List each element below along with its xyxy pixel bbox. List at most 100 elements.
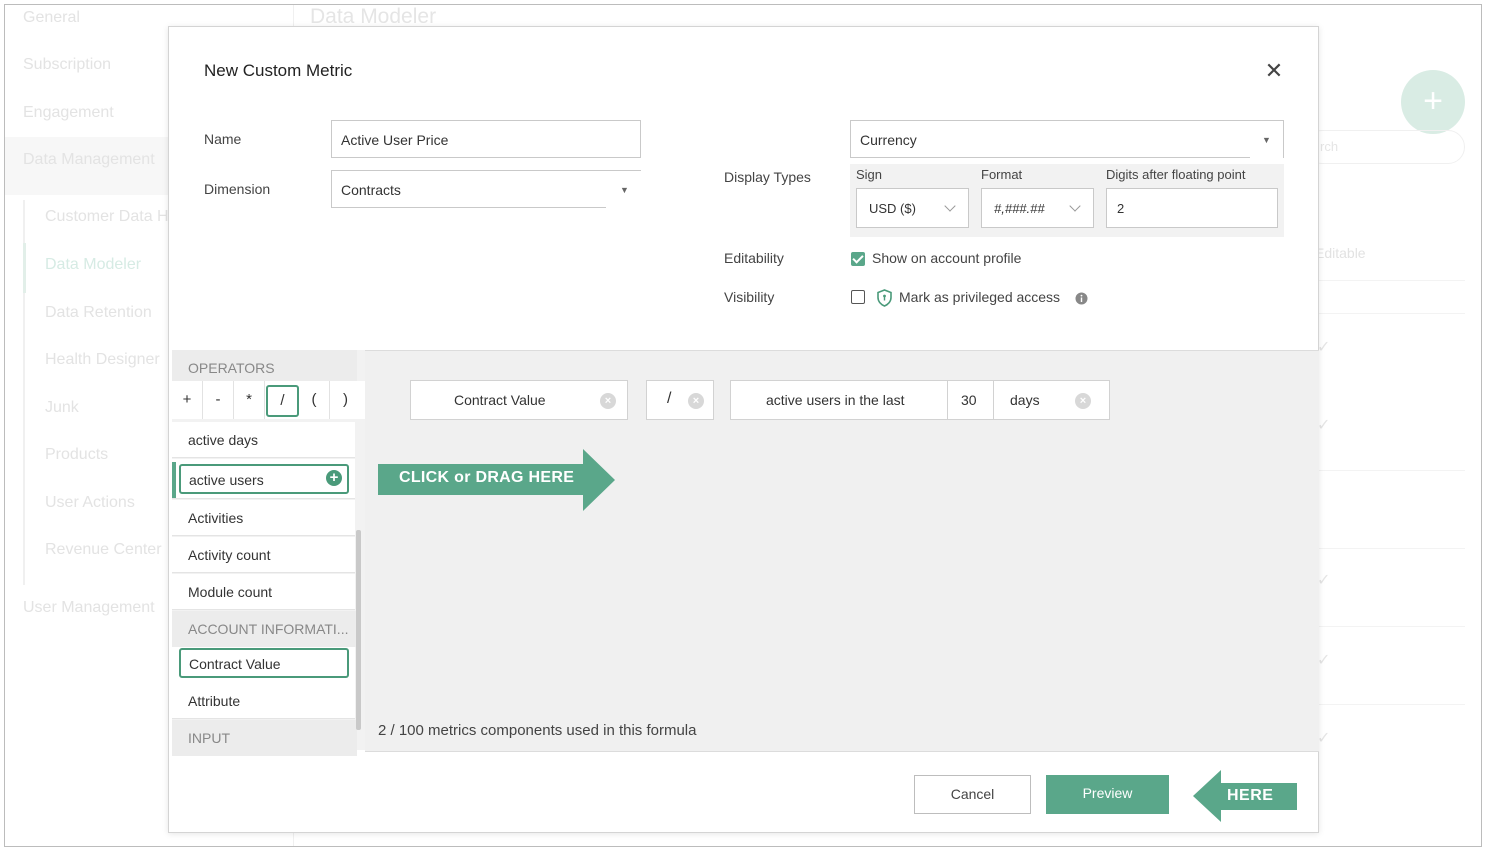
privileged-access-label: Mark as privileged access	[899, 289, 1061, 305]
add-circle-icon[interactable]: +	[326, 470, 342, 486]
digits-label: Digits after floating point	[1106, 167, 1246, 182]
bg-sub-junk: Junk	[45, 399, 79, 416]
dimension-label: Dimension	[204, 181, 271, 197]
bg-nav-general: General	[23, 9, 80, 26]
bg-sub-health-designer: Health Designer	[45, 351, 160, 368]
operator-open-paren[interactable]: (	[299, 381, 330, 419]
chip-label: Contract Value	[454, 392, 546, 408]
here-hint-label: HERE	[1220, 783, 1297, 810]
shield-icon	[877, 289, 892, 307]
format-label: Format	[981, 167, 1023, 182]
drop-hint-label: CLICK or DRAG HERE	[378, 464, 585, 495]
cancel-button[interactable]: Cancel	[914, 775, 1031, 814]
bg-sub-revenue-center: Revenue Center	[45, 541, 162, 558]
remove-icon[interactable]: ×	[688, 393, 704, 409]
palette-scrollbar[interactable]	[356, 530, 361, 730]
display-type-caret-icon: ▼	[1262, 135, 1271, 145]
chip-divider	[993, 381, 994, 419]
palette-item-active-users[interactable]: active users +	[179, 464, 349, 494]
formula-chip-active-users[interactable]: active users in the last 30 days ×	[730, 380, 1110, 420]
bg-table-row-line	[1305, 313, 1465, 314]
bg-table-row-line	[1305, 548, 1465, 549]
bg-check-icon: ✓	[1317, 417, 1331, 434]
bg-sub-products: Products	[45, 446, 109, 463]
bg-add-fab: +	[1401, 70, 1465, 134]
sign-value: USD ($)	[869, 201, 916, 216]
palette-item-module-count[interactable]: Module count	[172, 574, 355, 610]
bg-sub-data-modeler: Data Modeler	[45, 256, 142, 273]
formula-canvas[interactable]: Contract Value × / × active users in the…	[365, 350, 1319, 752]
account-information-header: ACCOUNT INFORMATI...	[172, 611, 357, 647]
bg-check-icon: ✓	[1317, 572, 1331, 589]
usage-counter: 2 / 100 metrics components used in this …	[378, 722, 697, 739]
show-on-profile-checkbox[interactable]	[851, 252, 865, 266]
bg-subnav-active-marker	[23, 243, 26, 293]
operator-plus[interactable]: +	[172, 381, 203, 419]
format-value: #,###.##	[994, 201, 1045, 216]
app-frame: General Subscription Engagement Data Man…	[4, 4, 1482, 847]
visibility-label: Visibility	[724, 289, 775, 305]
privileged-access-checkbox[interactable]	[851, 290, 865, 304]
days-unit-label: days	[1010, 392, 1040, 408]
chip-label: active users in the last	[766, 392, 905, 408]
bg-nav-subscription: Subscription	[23, 56, 112, 73]
operator-minus[interactable]: -	[203, 381, 234, 419]
display-format-panel: Sign Format Digits after floating point …	[850, 164, 1284, 237]
bg-search-input: rch	[1305, 130, 1465, 164]
bg-check-icon: ✓	[1317, 730, 1331, 747]
days-count-input[interactable]: 30	[961, 392, 977, 408]
formula-chip-contract-value[interactable]: Contract Value ×	[410, 380, 628, 420]
bg-column-editable: Editable	[1315, 245, 1366, 261]
preview-button[interactable]: Preview	[1046, 775, 1169, 814]
dimension-value: Contracts	[341, 182, 401, 198]
chip-divider	[947, 381, 948, 419]
bg-sub-customer-data: Customer Data H	[45, 208, 169, 225]
close-icon[interactable]: ✕	[1262, 59, 1286, 83]
bg-table-row-line	[1305, 704, 1465, 705]
sign-label: Sign	[856, 167, 883, 182]
display-types-label: Display Types	[724, 169, 811, 185]
bg-check-icon: ✓	[1317, 339, 1331, 356]
palette-item-activities[interactable]: Activities	[172, 500, 355, 536]
show-on-profile-label: Show on account profile	[872, 250, 1022, 266]
dimension-select-edge	[605, 170, 641, 208]
bg-table-row-line	[1305, 470, 1465, 471]
palette-item-activity-count[interactable]: Activity count	[172, 537, 355, 573]
digits-input[interactable]: 2	[1106, 188, 1278, 228]
palette-item-active-days[interactable]: active days	[172, 422, 355, 458]
bg-sub-data-retention: Data Retention	[45, 304, 152, 321]
chip-label: /	[667, 390, 672, 407]
dimension-select[interactable]: Contracts	[331, 170, 606, 208]
bg-table-row-line	[1305, 626, 1465, 627]
bg-nav-user-management: User Management	[23, 599, 155, 616]
bg-nav-engagement: Engagement	[23, 104, 114, 121]
drop-hint-arrow: CLICK or DRAG HERE	[378, 449, 618, 511]
operators-row: + - * / ( )	[172, 381, 365, 419]
name-input[interactable]: Active User Price	[331, 120, 641, 158]
operator-divide[interactable]: /	[266, 385, 299, 417]
operator-multiply[interactable]: *	[234, 381, 265, 419]
input-header: INPUT	[172, 720, 357, 756]
here-hint-arrow: HERE	[1193, 770, 1297, 822]
remove-icon[interactable]: ×	[1075, 393, 1091, 409]
palette-item-attribute[interactable]: Attribute	[172, 683, 355, 719]
palette-item-label: active users	[189, 472, 264, 488]
bg-check-icon: ✓	[1317, 652, 1331, 669]
name-label: Name	[204, 131, 242, 147]
editability-label: Editability	[724, 250, 784, 266]
formula-chip-divide[interactable]: / ×	[646, 380, 714, 420]
new-custom-metric-dialog: New Custom Metric ✕ Name Active User Pri…	[168, 26, 1319, 833]
display-type-value: Currency	[860, 132, 917, 148]
remove-icon[interactable]: ×	[600, 393, 616, 409]
dialog-title: New Custom Metric	[204, 61, 353, 80]
operator-close-paren[interactable]: )	[330, 381, 361, 419]
component-palette: OPERATORS + - * / ( ) active days active…	[172, 350, 365, 756]
bg-table-row-line	[1305, 280, 1465, 281]
palette-selected-marker	[172, 462, 176, 498]
bg-sub-user-actions: User Actions	[45, 494, 135, 511]
arrow-right-icon	[583, 449, 615, 511]
arrow-left-icon	[1193, 770, 1221, 822]
display-type-select[interactable]: Currency	[850, 120, 1250, 158]
info-icon[interactable]	[1075, 292, 1088, 305]
palette-item-contract-value[interactable]: Contract Value	[179, 648, 349, 678]
